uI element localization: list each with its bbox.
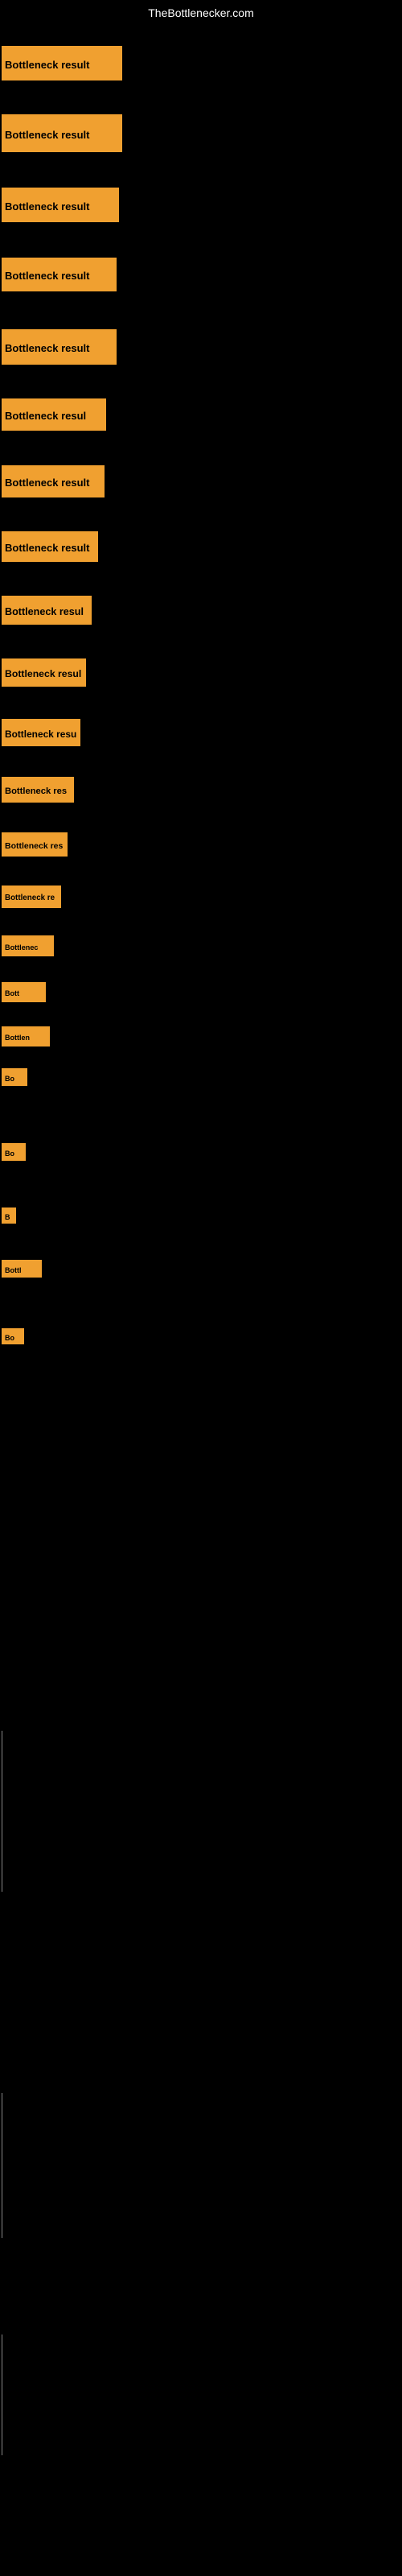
bottleneck-result-badge: Bottleneck resul xyxy=(2,658,86,687)
bottleneck-result-badge: Bottleneck result xyxy=(2,114,122,152)
bottleneck-result-badge: Bottleneck result xyxy=(2,531,98,562)
bottleneck-result-badge: Bottleneck resul xyxy=(2,398,106,431)
bottleneck-result-badge: Bottleneck resul xyxy=(2,596,92,625)
bottleneck-result-badge: Bott xyxy=(2,982,46,1002)
bottleneck-result-badge: Bottleneck result xyxy=(2,258,117,291)
bottleneck-result-badge: Bottlenec xyxy=(2,935,54,956)
bottleneck-result-badge: Bottleneck result xyxy=(2,188,119,222)
bottleneck-result-badge: Bottleneck result xyxy=(2,46,122,80)
bottleneck-result-badge: Bottleneck result xyxy=(2,465,105,497)
bottleneck-result-badge: Bottlen xyxy=(2,1026,50,1046)
bottleneck-result-badge: Bottl xyxy=(2,1260,42,1278)
bottleneck-result-badge: Bottleneck re xyxy=(2,886,61,908)
site-title: TheBottlenecker.com xyxy=(0,6,402,19)
bottleneck-result-badge: Bottleneck resu xyxy=(2,719,80,746)
bottleneck-result-badge: Bo xyxy=(2,1143,26,1161)
bottleneck-result-badge: Bo xyxy=(2,1328,24,1344)
bottleneck-result-badge: Bo xyxy=(2,1068,27,1086)
bottleneck-result-badge: Bottleneck result xyxy=(2,329,117,365)
bottleneck-result-badge: Bottleneck res xyxy=(2,777,74,803)
bottleneck-result-badge: B xyxy=(2,1208,16,1224)
bottleneck-result-badge: Bottleneck res xyxy=(2,832,68,857)
